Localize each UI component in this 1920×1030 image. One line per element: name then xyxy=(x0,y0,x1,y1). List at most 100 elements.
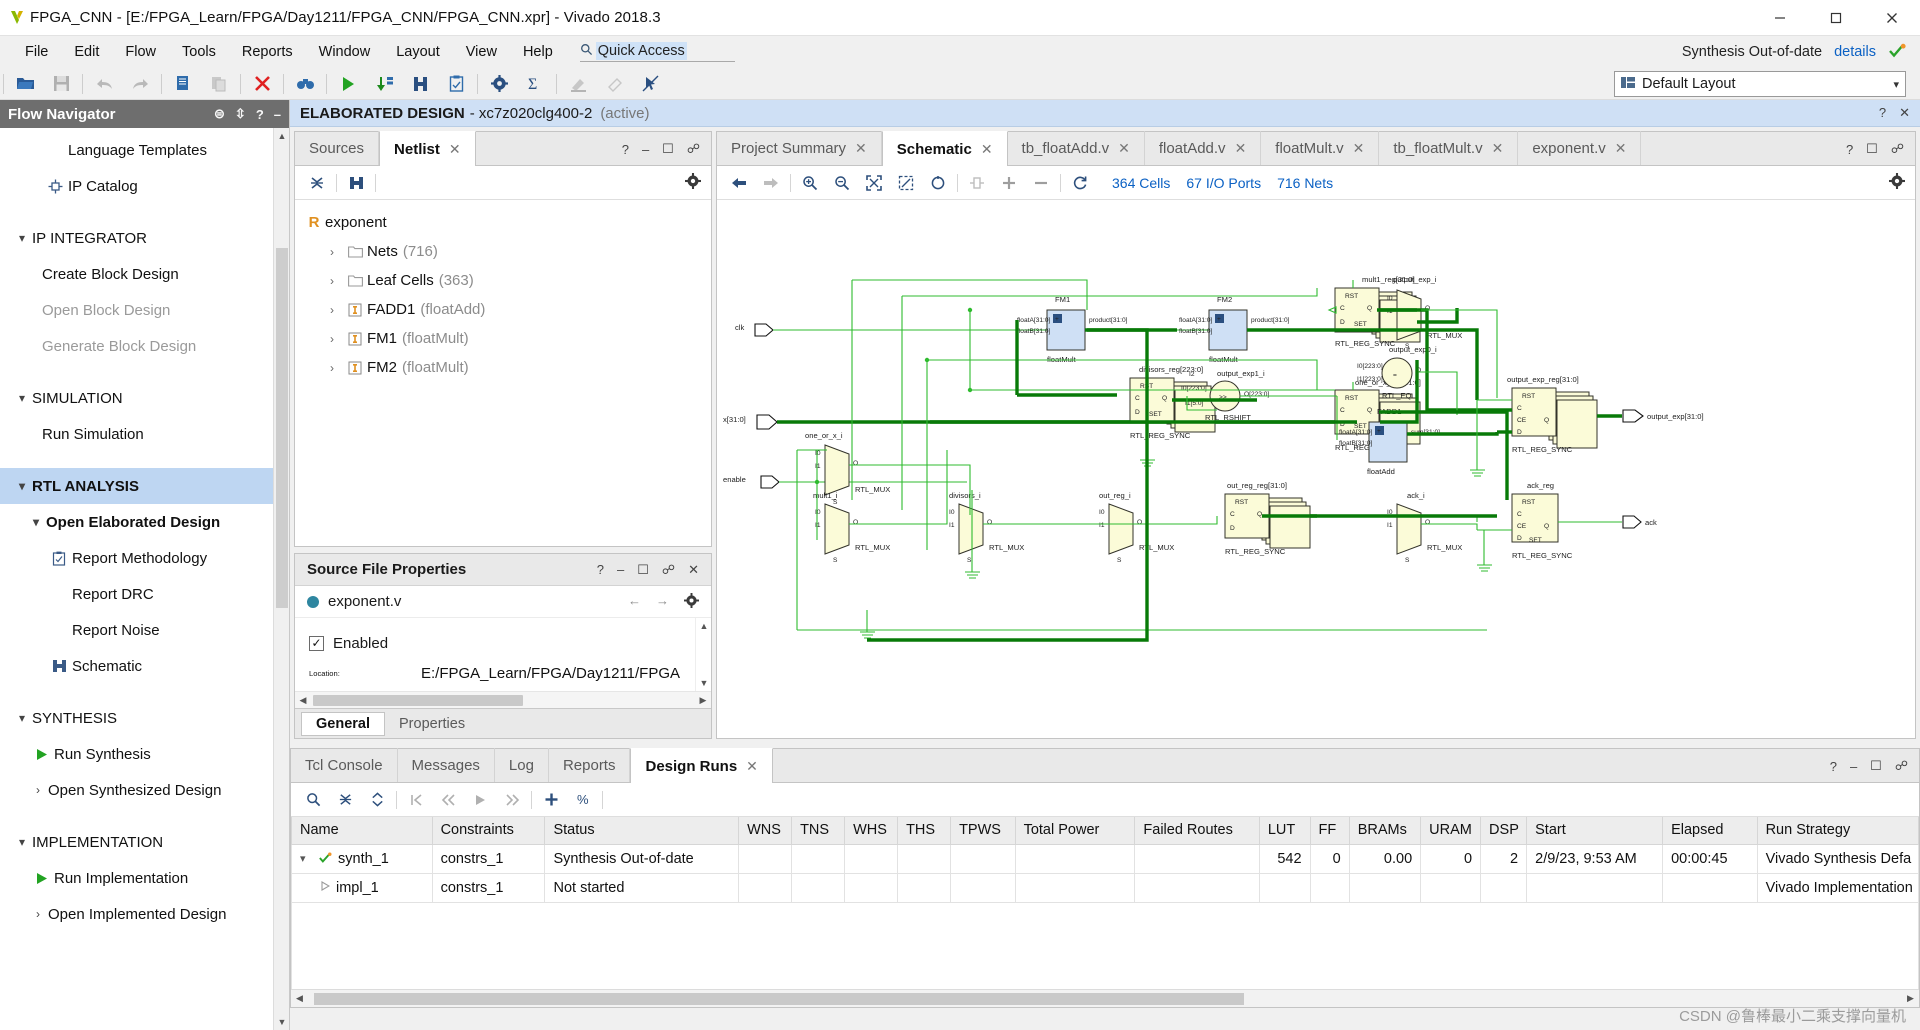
col-total-power[interactable]: Total Power xyxy=(1014,817,1136,845)
tree-item-nets[interactable]: › Nets (716) xyxy=(303,237,707,266)
col-tns[interactable]: TNS xyxy=(791,817,846,845)
tab-properties[interactable]: Properties xyxy=(385,713,479,735)
scrollbar-track[interactable] xyxy=(311,692,695,709)
search-binoculars-icon[interactable] xyxy=(287,70,323,98)
close-button[interactable] xyxy=(1864,0,1920,36)
help-icon[interactable]: ? xyxy=(1879,105,1886,121)
col-ths[interactable]: THS xyxy=(897,817,952,845)
minimize-icon[interactable]: – xyxy=(617,562,624,578)
quick-access-search[interactable]: Quick Access xyxy=(579,42,735,62)
collapse-all-icon[interactable] xyxy=(329,787,361,813)
copy-icon[interactable] xyxy=(165,70,201,98)
col-whs[interactable]: WHS xyxy=(844,817,899,845)
help-icon[interactable]: ? xyxy=(256,107,264,122)
block-output-exp-reg[interactable]: output_exp_reg[31:0] RST C CE D Q RTL_RE… xyxy=(1507,375,1598,454)
float-icon[interactable]: ☍ xyxy=(1891,141,1904,157)
col-constraints[interactable]: Constraints xyxy=(431,817,546,845)
run-icon[interactable] xyxy=(330,70,366,98)
tab-tb-floatmult[interactable]: tb_floatMult.v ✕ xyxy=(1379,131,1519,165)
gear-icon[interactable] xyxy=(685,172,701,193)
tab-schematic[interactable]: Schematic ✕ xyxy=(881,131,1008,166)
col-uram[interactable]: URAM xyxy=(1420,817,1482,845)
undo-icon[interactable] xyxy=(86,70,122,98)
chevron-right-icon[interactable]: › xyxy=(321,245,343,259)
chevron-right-icon[interactable]: › xyxy=(321,274,343,288)
col-run-strategy[interactable]: Run Strategy xyxy=(1756,817,1919,845)
close-icon[interactable]: ✕ xyxy=(1899,105,1910,121)
eraser-tool-icon[interactable] xyxy=(596,70,632,98)
close-icon[interactable]: ✕ xyxy=(1118,140,1130,157)
col-elapsed[interactable]: Elapsed xyxy=(1662,817,1758,845)
delete-icon[interactable] xyxy=(244,70,280,98)
tab-reports[interactable]: Reports xyxy=(549,748,631,782)
zoom-in-icon[interactable] xyxy=(794,170,826,196)
sidebar-item-report-methodology[interactable]: Report Methodology xyxy=(0,540,273,576)
close-icon[interactable]: ✕ xyxy=(1235,140,1247,157)
chevron-down-icon[interactable]: ▾ xyxy=(300,852,312,865)
percent-icon[interactable]: % xyxy=(567,787,599,813)
close-icon[interactable]: ✕ xyxy=(1353,140,1365,157)
close-icon[interactable]: ✕ xyxy=(1615,140,1627,157)
next-icon[interactable] xyxy=(496,787,528,813)
scroll-right-icon[interactable]: ▶ xyxy=(1902,993,1919,1004)
tab-floatmult[interactable]: floatMult.v ✕ xyxy=(1261,131,1380,165)
sidebar-item-open-synthesized-design[interactable]: › Open Synthesized Design xyxy=(0,772,273,808)
minimize-icon[interactable]: – xyxy=(642,142,649,157)
tab-project-summary[interactable]: Project Summary ✕ xyxy=(717,131,882,165)
menu-window[interactable]: Window xyxy=(306,40,384,64)
float-icon[interactable]: ☍ xyxy=(662,562,675,578)
menu-layout[interactable]: Layout xyxy=(383,40,453,64)
maximize-icon[interactable]: ☐ xyxy=(1866,141,1878,157)
tab-exponent[interactable]: exponent.v ✕ xyxy=(1518,131,1642,165)
float-icon[interactable]: ☍ xyxy=(1895,758,1908,774)
col-name[interactable]: Name xyxy=(291,817,433,845)
scrollbar-thumb[interactable] xyxy=(313,694,523,706)
layout-selector[interactable]: Default Layout ▾ xyxy=(1614,71,1906,97)
tree-item-fm2[interactable]: › FM2 (floatMult) xyxy=(303,353,707,382)
back-icon[interactable] xyxy=(723,170,755,196)
collapse-all-icon[interactable] xyxy=(301,170,333,196)
close-icon[interactable]: ✕ xyxy=(449,141,461,158)
first-icon[interactable] xyxy=(400,787,432,813)
scrollbar-thumb[interactable] xyxy=(276,248,288,608)
block-out-reg-mux[interactable]: out_reg_i I0 I1 O S RTL_MUX xyxy=(1099,491,1174,564)
menu-file[interactable]: File xyxy=(12,40,61,64)
sidebar-item-run-simulation[interactable]: Run Simulation xyxy=(0,416,273,452)
previous-icon[interactable] xyxy=(432,787,464,813)
tab-sources[interactable]: Sources xyxy=(295,131,380,165)
sidebar-item-open-block-design[interactable]: Open Block Design xyxy=(0,292,273,328)
open-project-icon[interactable] xyxy=(7,70,43,98)
tree-item-fadd1[interactable]: › FADD1 (floatAdd) xyxy=(303,295,707,324)
io-ports-count-link[interactable]: 67 I/O Ports xyxy=(1186,175,1261,191)
float-icon[interactable]: ☍ xyxy=(687,141,700,157)
sidebar-item-run-implementation[interactable]: Run Implementation xyxy=(0,860,273,896)
add-run-icon[interactable] xyxy=(535,787,567,813)
expand-all-icon[interactable] xyxy=(361,787,393,813)
maximize-icon[interactable]: ☐ xyxy=(1870,758,1882,774)
sidebar-item-rtl-analysis[interactable]: ▾ RTL ANALYSIS xyxy=(0,468,273,504)
close-icon[interactable]: ✕ xyxy=(855,140,867,157)
source-properties-hscrollbar[interactable]: ◀ ▶ xyxy=(295,691,711,708)
tree-item-leaf-cells[interactable]: › Leaf Cells (363) xyxy=(303,266,707,295)
chevron-right-icon[interactable]: › xyxy=(321,361,343,375)
implementation-icon[interactable] xyxy=(402,70,438,98)
menu-view[interactable]: View xyxy=(453,40,510,64)
tab-netlist[interactable]: Netlist ✕ xyxy=(379,131,476,166)
menu-help[interactable]: Help xyxy=(510,40,566,64)
scroll-left-icon[interactable]: ◀ xyxy=(295,695,311,706)
sidebar-item-report-drc[interactable]: Report DRC xyxy=(0,576,273,612)
sidebar-item-ip-catalog[interactable]: IP Catalog xyxy=(0,168,273,204)
menu-reports[interactable]: Reports xyxy=(229,40,306,64)
col-dsp[interactable]: DSP xyxy=(1480,817,1528,845)
help-icon[interactable]: ? xyxy=(1846,142,1853,157)
col-tpws[interactable]: TPWS xyxy=(950,817,1016,845)
table-row[interactable]: ▾ synth_1 constrs_1 Synthesis Out-of-dat… xyxy=(291,843,1919,874)
menu-edit[interactable]: Edit xyxy=(61,40,112,64)
marker-tool-icon[interactable] xyxy=(560,70,596,98)
gear-icon[interactable] xyxy=(684,592,699,611)
close-icon[interactable]: ✕ xyxy=(981,141,993,158)
col-brams[interactable]: BRAMs xyxy=(1348,817,1422,845)
collapse-all-icon[interactable]: ⊜ xyxy=(214,106,225,122)
sort-icon[interactable]: ⇳ xyxy=(235,106,246,122)
enabled-checkbox[interactable]: ✓ xyxy=(309,635,324,651)
